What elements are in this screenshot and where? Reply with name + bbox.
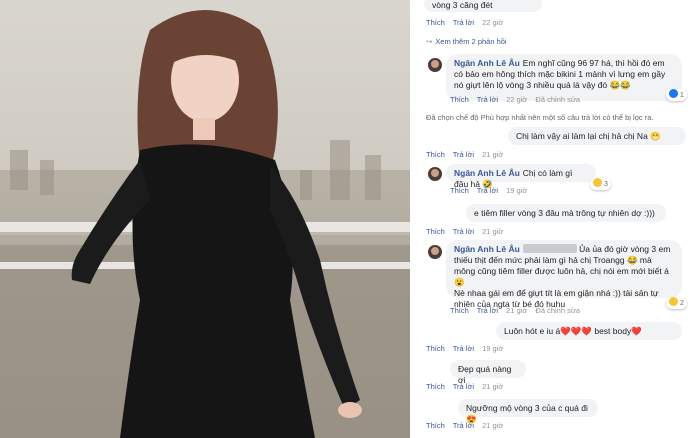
comment-actions: Thích Trả lời 19 giờ xyxy=(450,186,533,195)
like-reaction-icon xyxy=(669,89,678,98)
comment-text: Luôn hót e iu á❤️❤️❤️ best body❤️ xyxy=(504,326,642,336)
view-more-replies-label[interactable]: Xem thêm 2 phản hồi xyxy=(435,37,506,46)
reaction-count[interactable]: 1 xyxy=(666,89,687,101)
comment-actions: Thích Trả lời 22 giờ xyxy=(426,18,509,27)
comment-time: 21 giờ xyxy=(482,227,504,236)
reply-link[interactable]: Trả lời xyxy=(453,18,474,27)
comment-time: 22 giờ xyxy=(506,95,528,104)
edited-label: Đã chỉnh sửa xyxy=(535,95,581,104)
reply-link[interactable]: Trả lời xyxy=(477,306,498,315)
comment-time: 19 giờ xyxy=(482,344,504,353)
avatar[interactable] xyxy=(428,167,442,181)
comment-text: vòng 3 căng đét xyxy=(432,0,493,10)
comment-text: Chị làm vậy ai làm lại chị hả chị Na 😁 xyxy=(516,131,661,141)
comment-time: 21 giờ xyxy=(482,421,504,430)
haha-reaction-icon xyxy=(593,178,602,187)
reaction-count[interactable]: 3 xyxy=(590,178,611,190)
comment-author[interactable]: Ngân Anh Lê Âu xyxy=(454,58,520,68)
comment-time: 22 giờ xyxy=(482,18,504,27)
comment-actions: Thích Trả lời 19 giờ xyxy=(426,344,509,353)
comment-bubble: e tiêm filler vòng 3 đâu mà trông tự nhi… xyxy=(466,204,666,222)
comment-time: 21 giờ xyxy=(506,306,528,315)
like-link[interactable]: Thích xyxy=(426,344,445,353)
comment-actions: Thích Trả lời 22 giờ Đã chỉnh sửa xyxy=(450,95,586,104)
filter-notice: Đã chọn chế độ Phù hợp nhất nên một số c… xyxy=(426,113,654,122)
comment-actions: Thích Trả lời 21 giờ Đã chỉnh sửa xyxy=(450,306,586,315)
comment-time: 19 giờ xyxy=(506,186,528,195)
reply-arrow-icon: ↪ xyxy=(426,37,433,46)
reaction-count[interactable]: 2 xyxy=(666,297,687,309)
photo xyxy=(0,0,410,438)
comment-bubble: Đẹp quá nàng ơi xyxy=(450,360,526,385)
haha-reaction-icon xyxy=(669,297,678,306)
like-link[interactable]: Thích xyxy=(426,18,445,27)
like-link[interactable]: Thích xyxy=(426,227,445,236)
comment-bubble: Ngân Anh Lê Âu Em nghĩ cũng 96 97 há, thì… xyxy=(446,54,682,101)
comment-actions: Thích Trả lời 21 giờ xyxy=(426,227,509,236)
view-more-replies[interactable]: ↪ Xem thêm 2 phản hồi xyxy=(426,37,513,46)
reply-link[interactable]: Trả lời xyxy=(453,150,474,159)
edited-label: Đã chỉnh sửa xyxy=(535,306,581,315)
comment-text: e tiêm filler vòng 3 đâu mà trông tự nhi… xyxy=(474,208,655,218)
reply-link[interactable]: Trả lời xyxy=(453,382,474,391)
avatar[interactable] xyxy=(428,58,442,72)
comment-bubble: Ngưỡng mộ vòng 3 của c quá đi 😍 xyxy=(458,399,598,424)
like-link[interactable]: Thích xyxy=(450,306,469,315)
comment-bubble: Ngân Anh Lê Âu Chị có làm gì đâu hả 🤣 xyxy=(446,164,596,189)
comment-bubble: Chị làm vậy ai làm lại chị hả chị Na 😁 xyxy=(508,127,686,145)
comment-bubble: vòng 3 căng đét xyxy=(424,0,542,12)
comment-actions: Thích Trả lời 21 giờ xyxy=(426,150,509,159)
avatar[interactable] xyxy=(428,245,442,259)
comment-panel: vòng 3 căng đét Thích Trả lời 22 giờ ↪ Xe… xyxy=(410,0,700,438)
reply-link[interactable]: Trả lời xyxy=(477,95,498,104)
like-link[interactable]: Thích xyxy=(450,186,469,195)
comment-author[interactable]: Ngân Anh Lê Âu xyxy=(454,244,520,254)
like-link[interactable]: Thích xyxy=(426,150,445,159)
reply-link[interactable]: Trả lời xyxy=(453,344,474,353)
comment-time: 21 giờ xyxy=(482,150,504,159)
comment-bubble: Ngân Anh Lê Âu Ủa ủa đó giờ vòng 3 em th… xyxy=(446,240,682,309)
comment-author[interactable]: Ngân Anh Lê Âu xyxy=(454,168,520,178)
comment-bubble: Luôn hót e iu á❤️❤️❤️ best body❤️ xyxy=(496,322,682,340)
reply-link[interactable]: Trả lời xyxy=(453,227,474,236)
comment-actions: Thích Trả lời 21 giờ xyxy=(426,421,509,430)
like-link[interactable]: Thích xyxy=(426,421,445,430)
comment-time: 21 giờ xyxy=(482,382,504,391)
reply-link[interactable]: Trả lời xyxy=(453,421,474,430)
redacted-mention xyxy=(522,244,577,253)
like-link[interactable]: Thích xyxy=(450,95,469,104)
photo-scene xyxy=(0,10,410,438)
comment-actions: Thích Trả lời 21 giờ xyxy=(426,382,509,391)
like-link[interactable]: Thích xyxy=(426,382,445,391)
reply-link[interactable]: Trả lời xyxy=(477,186,498,195)
